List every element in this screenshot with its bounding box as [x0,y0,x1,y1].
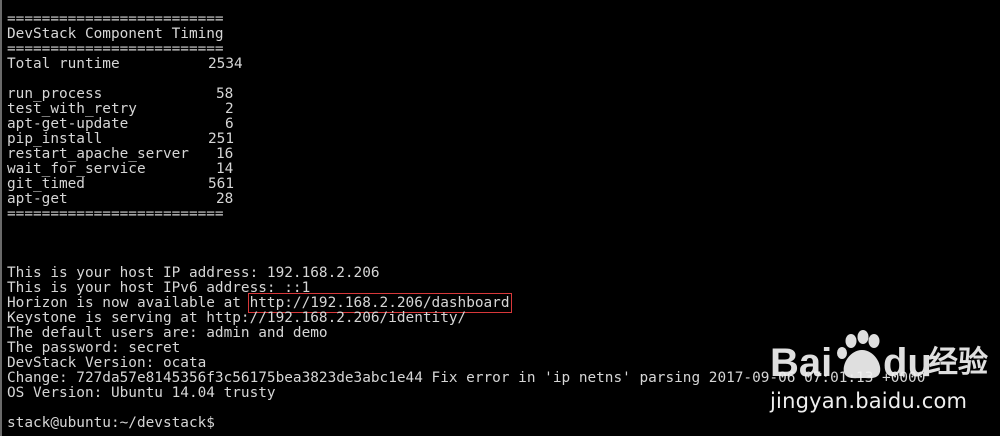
timing-label: run_process [7,86,103,102]
timing-row: Total runtime 2534 [7,56,243,72]
timing-value: 28 [216,191,234,207]
watermark-bai: Bai [770,341,832,385]
default-users-line: The default users are: admin and demo [7,325,328,341]
timing-row: apt-get-update 6 [7,116,234,132]
timing-row: wait_for_service 14 [7,161,233,177]
host-ip-line: This is your host IP address: 192.168.2.… [7,265,380,281]
timing-value: 58 [216,86,234,102]
timing-label: wait_for_service [7,161,146,177]
timing-value: 6 [225,116,234,132]
timing-rule-top: ========================= [7,11,224,27]
watermark-jingyan-cn: 经验 [928,345,988,380]
timing-value: 2 [225,101,234,117]
timing-row: run_process 58 [7,86,233,102]
host-ipv6-line: This is your host IPv6 address: ::1 [7,280,311,296]
timing-row: restart_apache_server 16 [7,146,233,162]
timing-label: test_with_retry [7,101,137,117]
timing-value: 561 [208,176,234,192]
timing-title: DevStack Component Timing [7,26,224,42]
timing-label: restart_apache_server [7,146,189,162]
watermark-url: jingyan.baidu.com [770,389,968,413]
timing-label: Total runtime [7,56,120,72]
timing-value: 14 [216,161,234,177]
keystone-line: Keystone is serving at http://192.168.2.… [7,310,467,326]
paw-icon [837,330,881,379]
horizon-url-link[interactable]: http://192.168.2.206/dashboard [247,293,512,313]
timing-label: git_timed [7,176,85,192]
timing-label: apt-get [7,191,68,207]
timing-rule-mid: ========================= [7,41,224,57]
os-version-line: OS Version: Ubuntu 14.04 trusty [7,385,276,401]
password-line: The password: secret [7,340,181,356]
timing-row: pip_install 251 [7,131,234,147]
watermark-du: du [883,341,932,385]
timing-value: 2534 [208,56,243,72]
horizon-prefix: Horizon is now available at [7,295,250,311]
timing-value: 251 [208,131,234,147]
timing-value: 16 [216,146,234,162]
timing-row: git_timed 561 [7,176,234,192]
shell-prompt[interactable]: stack@ubuntu:~/devstack$ [7,416,215,431]
timing-label: apt-get-update [7,116,129,132]
timing-rule-bottom: ========================= [7,206,224,222]
horizon-line: Horizon is now available at http://192.1… [7,293,512,313]
timing-row: test_with_retry 2 [7,101,234,117]
timing-row: apt-get 28 [7,191,233,207]
devstack-version-line: DevStack Version: ocata [7,355,207,371]
timing-label: pip_install [7,131,103,147]
